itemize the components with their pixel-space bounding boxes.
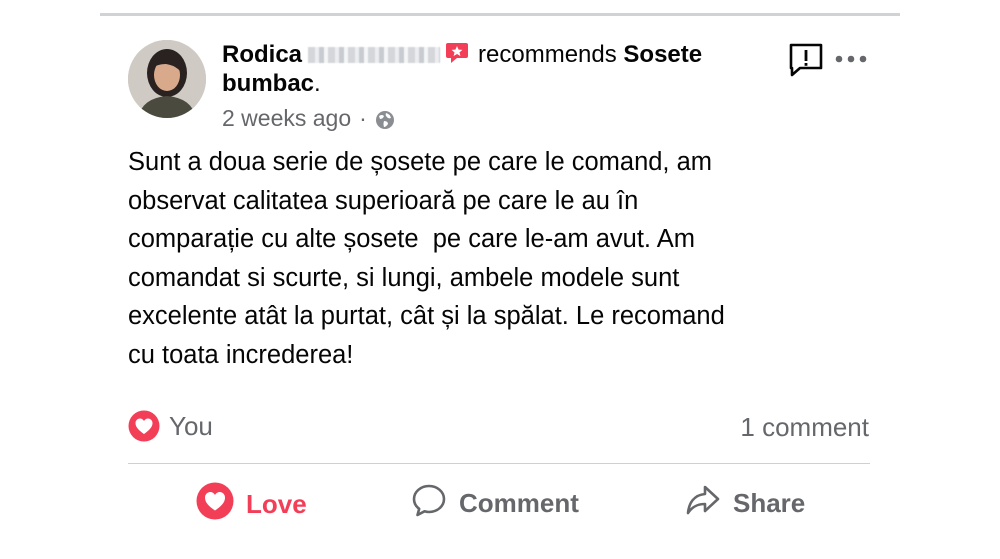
comment-label: Comment <box>459 488 579 518</box>
author-name[interactable]: Rodica <box>222 41 302 68</box>
avatar[interactable] <box>128 40 206 118</box>
actions-divider <box>128 463 870 464</box>
comment-button[interactable]: Comment <box>411 482 579 525</box>
timestamp[interactable]: 2 weeks ago <box>222 105 351 132</box>
love-emoji-icon <box>128 410 160 442</box>
love-label: Love <box>246 489 307 519</box>
globe-icon <box>375 109 395 129</box>
post-body-text: Sunt a doua serie de șosete pe care le c… <box>128 148 725 369</box>
reactions-label: You <box>169 410 213 441</box>
page-name-suffix: . <box>314 70 321 97</box>
post-header: Rodica recommends Sosete bumbac. <box>222 40 762 98</box>
top-divider <box>100 13 900 16</box>
love-button[interactable]: Love <box>196 482 307 527</box>
post-meta: 2 weeks ago · <box>222 105 395 132</box>
share-button[interactable]: Share <box>685 482 805 525</box>
love-icon <box>196 482 246 527</box>
recommends-verb: recommends <box>478 41 617 68</box>
share-icon <box>685 482 733 525</box>
comment-count[interactable]: 1 comment <box>740 412 869 443</box>
recommendation-badge-icon <box>444 42 470 64</box>
redacted-surname <box>308 47 441 63</box>
more-options-icon[interactable] <box>834 52 868 66</box>
report-icon[interactable] <box>787 41 825 79</box>
share-label: Share <box>733 488 806 518</box>
comment-icon <box>411 482 459 525</box>
meta-separator: · <box>359 105 367 131</box>
reactions-summary[interactable]: You <box>128 410 213 442</box>
